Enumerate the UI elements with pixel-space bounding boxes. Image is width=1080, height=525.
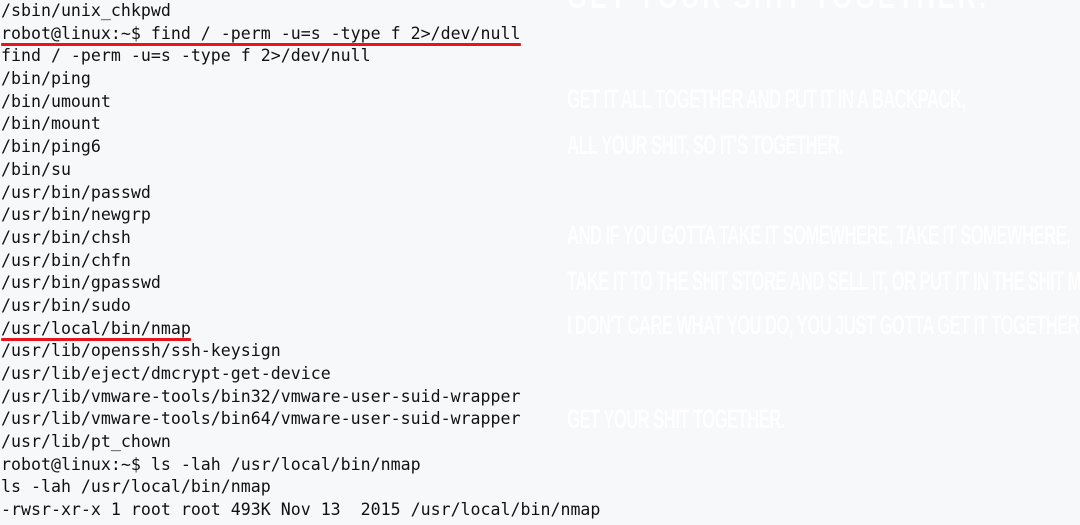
terminal-echo-line: find / -perm -u=s -type f 2>/dev/null (1, 46, 371, 66)
terminal-output-line: /usr/bin/newgrp (1, 205, 151, 225)
watermark-title: Get your shit together. (567, 0, 989, 17)
terminal-output-line: /usr/lib/pt_chown (1, 432, 171, 452)
watermark-line: I don't care what you do, you just gotta… (567, 310, 1080, 340)
terminal-output-line: /bin/ping6 (1, 137, 101, 157)
watermark-line: Get it all together and put it in a back… (567, 84, 966, 114)
terminal-output-line: /bin/ping (1, 69, 91, 89)
terminal-output-line: /usr/lib/openssh/ssh-keysign (1, 341, 281, 361)
terminal-highlighted-line: robot@linux:~$ find / -perm -u=s -type f… (1, 23, 521, 47)
terminal-output-line: /usr/bin/gpasswd (1, 273, 161, 293)
terminal-output[interactable]: /sbin/unix_chkpwd robot@linux:~$ find / -… (1, 0, 600, 522)
terminal-output-line: /usr/lib/vmware-tools/bin32/vmware-user-… (1, 386, 521, 406)
background-watermark: Get your shit together. Get it all toget… (567, 0, 1080, 525)
terminal-output-line: /usr/lib/eject/dmcrypt-get-device (1, 364, 331, 383)
terminal-output-line: /bin/su (1, 159, 71, 179)
terminal-output-line: /sbin/unix_chkpwd (1, 1, 171, 20)
terminal-highlighted-line: /usr/local/bin/nmap (1, 318, 191, 341)
terminal-output-line: -rwsr-xr-x 1 root root 493K Nov 13 2015 … (1, 500, 601, 520)
watermark-line: all your shit, so it's together. (567, 130, 844, 160)
terminal-output-line: /usr/bin/sudo (1, 295, 131, 315)
watermark-line: And if you gotta take it somewhere, take… (567, 220, 1071, 250)
terminal-output-line: /usr/bin/passwd (1, 182, 151, 202)
terminal-echo-line: ls -lah /usr/local/bin/nmap (1, 477, 271, 497)
terminal-output-line: /usr/lib/vmware-tools/bin64/vmware-user-… (1, 409, 521, 429)
terminal-output-line: /usr/bin/chfn (1, 250, 131, 270)
terminal-output-line: /bin/umount (1, 91, 111, 111)
terminal-prompt-line: robot@linux:~$ ls -lah /usr/local/bin/nm… (1, 454, 421, 474)
terminal-output-line: /bin/mount (1, 114, 101, 134)
watermark-line: take it to the shit store and sell it, o… (567, 266, 1080, 296)
terminal-output-line: /usr/bin/chsh (1, 227, 131, 247)
